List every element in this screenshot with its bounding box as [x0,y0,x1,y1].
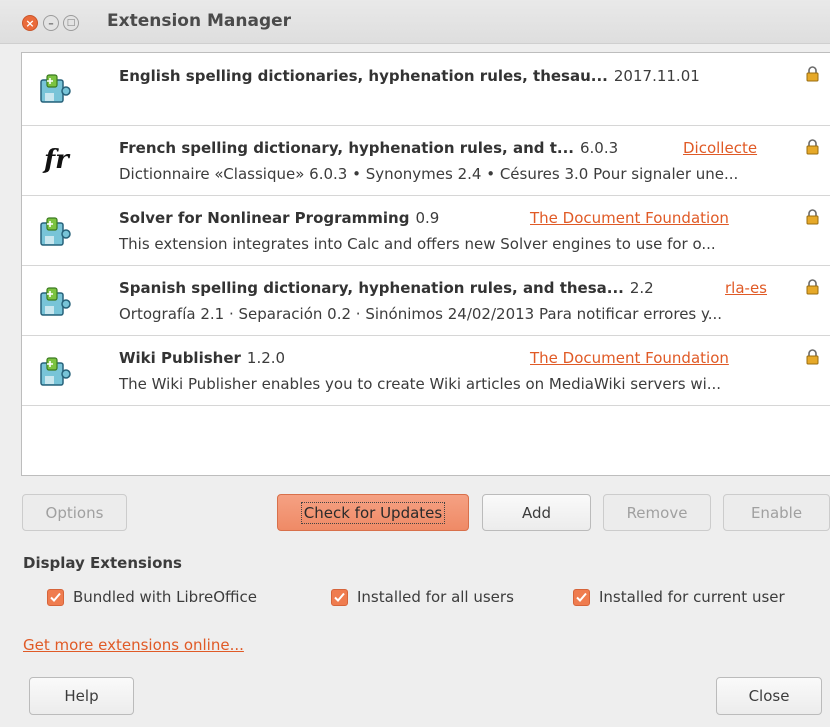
get-more-extensions-link[interactable]: Get more extensions online... [23,636,244,654]
extension-version: 0.9 [415,209,440,227]
add-button[interactable]: Add [482,494,591,531]
current-user-checkbox-group[interactable]: Installed for current user [573,588,785,606]
extension-title-line: Solver for Nonlinear Programming 0.9 [119,209,439,227]
display-extensions-label: Display Extensions [23,554,182,572]
extension-list[interactable]: English spelling dictionaries, hyphenati… [21,52,830,476]
puzzle-icon [40,74,71,103]
window-maximize-icon[interactable]: □ [63,15,79,31]
puzzle-icon [40,217,71,246]
all-users-checkbox-group[interactable]: Installed for all users [331,588,514,606]
puzzle-icon [40,357,71,386]
window-minimize-icon[interactable]: – [43,15,59,31]
check-for-updates-button[interactable]: Check for Updates [277,494,469,531]
options-button[interactable]: Options [22,494,127,531]
bundled-checkbox-group[interactable]: Bundled with LibreOffice [47,588,257,606]
extension-version: 1.2.0 [246,349,286,367]
extension-description: The Wiki Publisher enables you to create… [119,375,722,393]
bundled-label: Bundled with LibreOffice [73,588,257,606]
extension-title-line: Spanish spelling dictionary, hyphenation… [119,279,654,297]
current-user-checkbox[interactable] [573,588,590,606]
check-for-updates-label: Check for Updates [300,501,446,524]
publisher-link[interactable]: rla-es [725,279,767,297]
help-button[interactable]: Help [29,677,134,715]
extension-title-line: French spelling dictionary, hyphenation … [119,139,618,157]
lock-icon [806,209,819,225]
extension-description: Ortografía 2.1 · Separación 0.2 · Sinóni… [119,305,723,323]
publisher-link[interactable]: Dicollecte [683,139,757,157]
lock-icon [806,279,819,295]
extension-manager-window: × – □ Extension Manager English spelling… [0,0,830,727]
remove-button[interactable]: Remove [603,494,711,531]
extension-title-line: English spelling dictionaries, hyphenati… [119,67,700,85]
extension-description: Dictionnaire «Classique» 6.0.3 • Synonym… [119,165,739,183]
publisher-link[interactable]: The Document Foundation [530,349,729,367]
bundled-checkbox[interactable] [47,588,64,606]
extension-version: 2017.11.01 [613,67,700,85]
extension-name: Spanish spelling dictionary, hyphenation… [119,279,624,297]
checkmark-icon [576,592,587,602]
extension-version: 6.0.3 [579,139,619,157]
all-users-label: Installed for all users [357,588,514,606]
checkmark-icon [50,592,61,602]
extension-name: French spelling dictionary, hyphenation … [119,139,574,157]
close-button[interactable]: Close [716,677,822,715]
enable-button[interactable]: Enable [723,494,830,531]
extension-row-english[interactable]: English spelling dictionaries, hyphenati… [22,53,830,126]
window-title: Extension Manager [107,11,292,31]
extension-version: 2.2 [629,279,654,297]
publisher-link[interactable]: The Document Foundation [530,209,729,227]
all-users-checkbox[interactable] [331,588,348,606]
puzzle-icon [40,287,71,316]
fr-icon: fr [44,145,69,175]
extension-name: Solver for Nonlinear Programming [119,209,410,227]
extension-row-french[interactable]: fr French spelling dictionary, hyphenati… [22,126,830,196]
extension-name: English spelling dictionaries, hyphenati… [119,67,608,85]
extension-description: This extension integrates into Calc and … [119,235,716,253]
lock-icon [806,349,819,365]
extension-name: Wiki Publisher [119,349,241,367]
extension-row-spanish[interactable]: Spanish spelling dictionary, hyphenation… [22,266,830,336]
current-user-label: Installed for current user [599,588,785,606]
lock-icon [806,66,819,82]
extension-title-line: Wiki Publisher 1.2.0 [119,349,285,367]
window-close-icon[interactable]: × [22,15,38,31]
extension-row-solver[interactable]: Solver for Nonlinear Programming 0.9 The … [22,196,830,266]
title-bar: × – □ Extension Manager [0,0,830,44]
lock-icon [806,139,819,155]
checkmark-icon [334,592,345,602]
extension-row-wiki-publisher[interactable]: Wiki Publisher 1.2.0 The Document Foundat… [22,336,830,406]
